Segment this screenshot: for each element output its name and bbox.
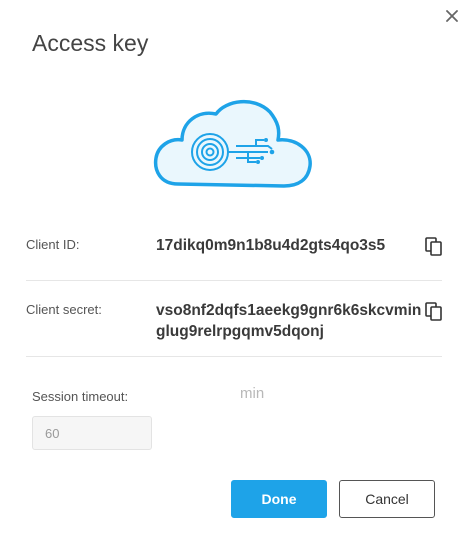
copy-client-secret-button[interactable] bbox=[425, 302, 443, 322]
client-secret-value: vso8nf2dqfs1aeekg9gnr6k6skcvminglug9relr… bbox=[156, 302, 422, 340]
divider bbox=[26, 356, 442, 357]
client-id-value: 17dikq0m9n1b8u4d2gts4qo3s5 bbox=[156, 237, 386, 254]
client-secret-label: Client secret: bbox=[26, 302, 102, 317]
session-timeout-unit: min bbox=[240, 385, 265, 402]
done-button[interactable]: Done bbox=[231, 480, 327, 518]
dialog-title: Access key bbox=[32, 30, 149, 56]
client-id-label: Client ID: bbox=[26, 237, 80, 252]
session-timeout-label: Session timeout: bbox=[32, 389, 129, 404]
copy-icon bbox=[425, 237, 442, 256]
access-key-dialog: Access key Client ID: 17dikq0m9n1b8u4d2g… bbox=[0, 0, 473, 539]
close-button[interactable] bbox=[440, 4, 464, 28]
copy-client-id-button[interactable] bbox=[425, 237, 443, 257]
copy-icon bbox=[425, 302, 442, 321]
divider bbox=[26, 280, 442, 281]
cloud-key-icon bbox=[153, 99, 312, 188]
session-timeout-input[interactable] bbox=[32, 416, 152, 450]
cancel-button[interactable]: Cancel bbox=[339, 480, 435, 518]
close-icon bbox=[446, 10, 458, 22]
